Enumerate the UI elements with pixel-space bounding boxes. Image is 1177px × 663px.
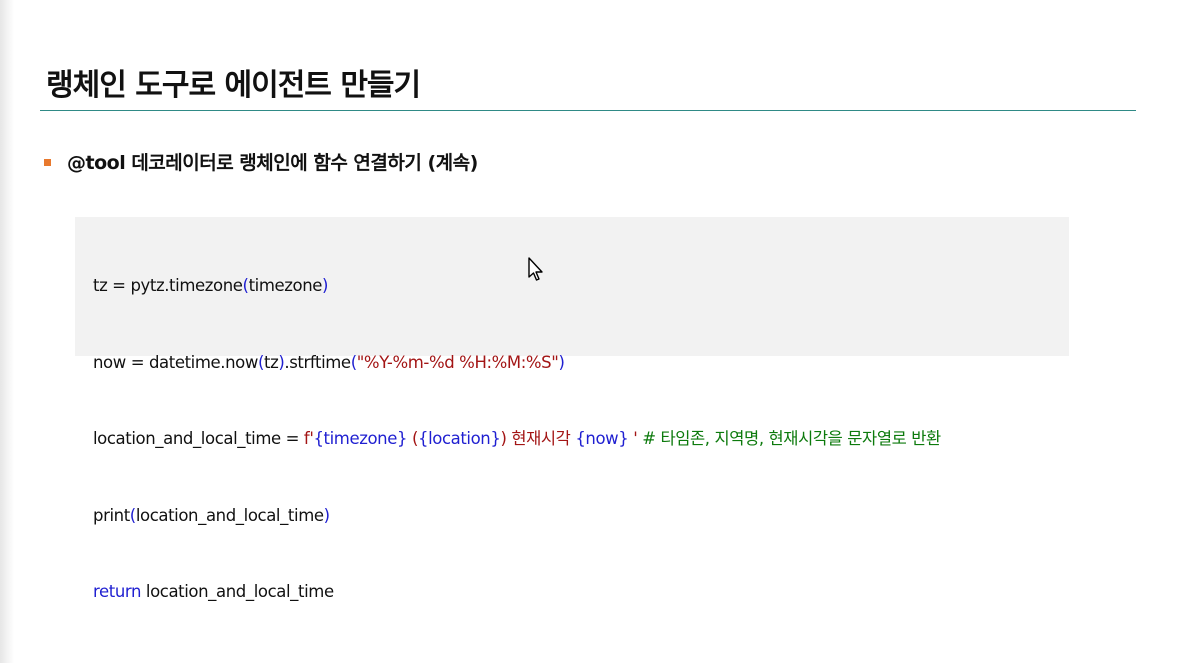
bullet-item: @tool 데코레이터로 랭체인에 함수 연결하기 (계속) bbox=[44, 148, 478, 175]
code-lines: tz = pytz.timezone(timezone) now = datet… bbox=[93, 222, 941, 656]
code-token: {location} bbox=[417, 429, 501, 448]
code-token: location_and_local_time bbox=[135, 505, 324, 525]
title-divider bbox=[40, 110, 1136, 111]
mouse-pointer-icon bbox=[528, 257, 543, 281]
code-keyword: return bbox=[93, 582, 142, 601]
slide-title: 랭체인 도구로 에이전트 만들기 bbox=[46, 68, 421, 103]
code-token: {timezone} bbox=[313, 429, 408, 448]
code-token: tz = pytz.timezone bbox=[93, 276, 243, 295]
slide-left-shadow bbox=[0, 0, 14, 663]
code-line-5: return location_and_local_time bbox=[93, 579, 941, 605]
code-block: tz = pytz.timezone(timezone) now = datet… bbox=[75, 217, 1069, 601]
code-token: ) bbox=[323, 505, 330, 525]
code-string: ' bbox=[628, 429, 643, 448]
code-line-1: tz = pytz.timezone(timezone) bbox=[93, 273, 941, 299]
bullet-square-icon bbox=[44, 159, 51, 166]
code-token: ) bbox=[322, 276, 329, 295]
code-string: ) 현재시각 bbox=[500, 429, 576, 448]
code-line-3: location_and_local_time = f'{timezone} (… bbox=[93, 426, 941, 452]
code-token: location_and_local_time = bbox=[93, 429, 304, 448]
code-token: now = datetime.now bbox=[93, 352, 258, 372]
code-token: location_and_local_time bbox=[141, 582, 334, 601]
code-token: tz bbox=[264, 352, 279, 372]
code-token: timezone bbox=[248, 276, 323, 295]
code-token: {now} bbox=[575, 429, 629, 448]
code-string: "%Y-%m-%d %H:%M:%S" bbox=[356, 352, 559, 372]
bullet-text: @tool 데코레이터로 랭체인에 함수 연결하기 (계속) bbox=[67, 152, 478, 174]
code-token: ) bbox=[558, 352, 565, 372]
code-line-2: now = datetime.now(tz).strftime("%Y-%m-%… bbox=[93, 350, 941, 376]
code-comment: # 타임존, 지역명, 현재시각을 문자열로 반환 bbox=[642, 429, 941, 448]
code-token: .strftime bbox=[284, 352, 351, 372]
code-string: ( bbox=[407, 429, 418, 448]
code-token: print bbox=[93, 505, 130, 525]
code-line-4: print(location_and_local_time) bbox=[93, 503, 941, 529]
